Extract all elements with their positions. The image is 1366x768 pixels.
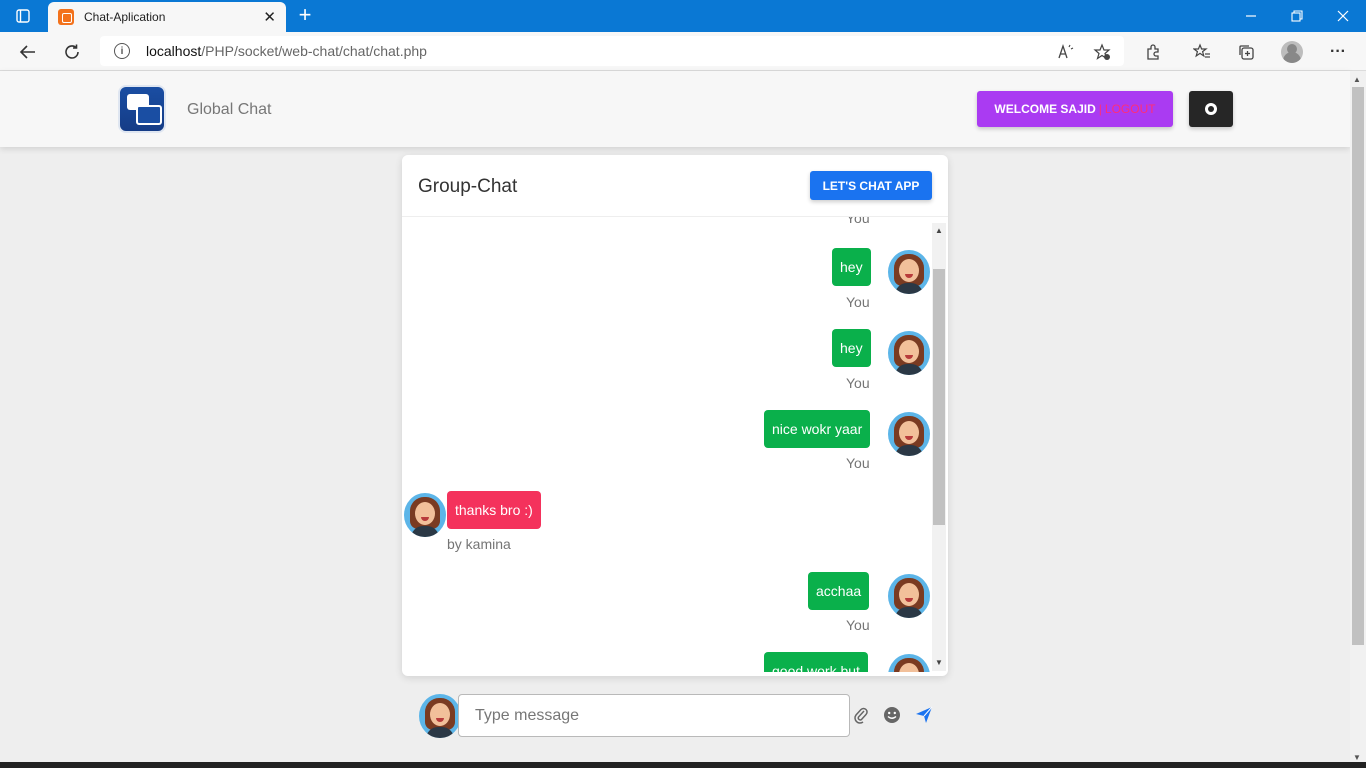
card-header: Group-Chat LET'S CHAT APP [402,155,948,217]
page-scrollbar-thumb[interactable] [1352,87,1364,645]
message-list: You hey You hey You nice wokr yaar You t… [402,217,948,672]
message-input[interactable] [459,695,849,736]
address-bar[interactable]: i localhost /PHP/socket/web-chat/chat/ch… [100,36,1124,66]
browser-titlebar: Chat-Aplication ✕ + [0,0,1366,32]
chat-card: Group-Chat LET'S CHAT APP You hey You he… [402,155,948,676]
page-scroll-up-icon[interactable]: ▲ [1353,75,1361,84]
chat-scroll-up-icon[interactable]: ▲ [935,226,943,235]
tab-title: Chat-Aplication [84,10,166,24]
card-title: Group-Chat [418,176,518,197]
message-bubble: acchaa [808,572,870,610]
profile-avatar[interactable] [1281,41,1303,63]
taskbar-strip [0,762,1366,768]
user-avatar [888,412,930,456]
sender-avatar [404,493,446,537]
brand-name[interactable]: Global Chat [187,101,272,119]
welcome-separator: | [1098,102,1102,116]
paperclip-icon[interactable] [850,704,872,726]
message-meta: You [846,375,870,391]
add-favorite-icon[interactable] [1090,40,1114,64]
message-meta: You [846,294,870,310]
new-tab-button[interactable]: + [292,4,318,28]
lets-chat-app-button[interactable]: LET'S CHAT APP [810,171,932,200]
github-button[interactable] [1189,91,1233,127]
collections-icon[interactable] [1234,40,1258,64]
user-avatar [888,331,930,375]
extensions-icon[interactable] [1141,40,1165,64]
url-path: /PHP/socket/web-chat/chat/chat.php [201,43,427,59]
message-bubble: nice wokr yaar [764,410,871,448]
close-window-button[interactable] [1320,0,1366,32]
message-bubble: thanks bro :) [447,491,541,529]
url-host: localhost [146,43,202,59]
welcome-logout-button[interactable]: WELCOME SAJID | LOGOUT [977,91,1173,127]
user-avatar [888,250,930,294]
composer-avatar [419,694,461,738]
browser-tab[interactable]: Chat-Aplication ✕ [48,2,286,32]
chat-scroll-down-icon[interactable]: ▼ [935,658,943,667]
xampp-icon [58,9,74,25]
message-meta: You [846,217,870,226]
minimize-button[interactable] [1228,0,1274,32]
tab-close-icon[interactable]: ✕ [263,8,276,26]
welcome-text: WELCOME SAJID [994,102,1096,116]
github-icon [1205,103,1217,115]
message-bubble: hey [832,329,871,367]
smile-icon[interactable] [881,704,903,726]
tab-actions-icon[interactable] [0,0,46,32]
message-bubble: hey [832,248,871,286]
read-aloud-icon[interactable] [1054,40,1078,64]
user-avatar [888,654,930,672]
info-icon[interactable]: i [114,43,130,59]
send-icon[interactable] [913,704,935,726]
message-meta: You [846,455,870,471]
message-meta: by kamina [447,536,511,552]
favorites-icon[interactable] [1190,40,1214,64]
message-meta: You [846,617,870,633]
logout-link[interactable]: LOGOUT [1105,102,1156,116]
user-avatar [888,574,930,618]
page-navbar: Global Chat WELCOME SAJID | LOGOUT [0,71,1350,147]
restore-button[interactable] [1274,0,1320,32]
message-input-wrapper [458,694,850,737]
chat-logo-icon[interactable] [118,85,166,133]
back-arrow-icon[interactable] [16,40,40,64]
chat-scrollbar-thumb[interactable] [933,269,945,525]
page-scroll-down-icon[interactable]: ▼ [1353,753,1361,762]
refresh-icon[interactable] [60,40,84,64]
browser-toolbar: i localhost /PHP/socket/web-chat/chat/ch… [0,32,1366,71]
more-menu-icon[interactable]: ··· [1326,40,1350,64]
message-bubble: good work but [764,652,868,672]
